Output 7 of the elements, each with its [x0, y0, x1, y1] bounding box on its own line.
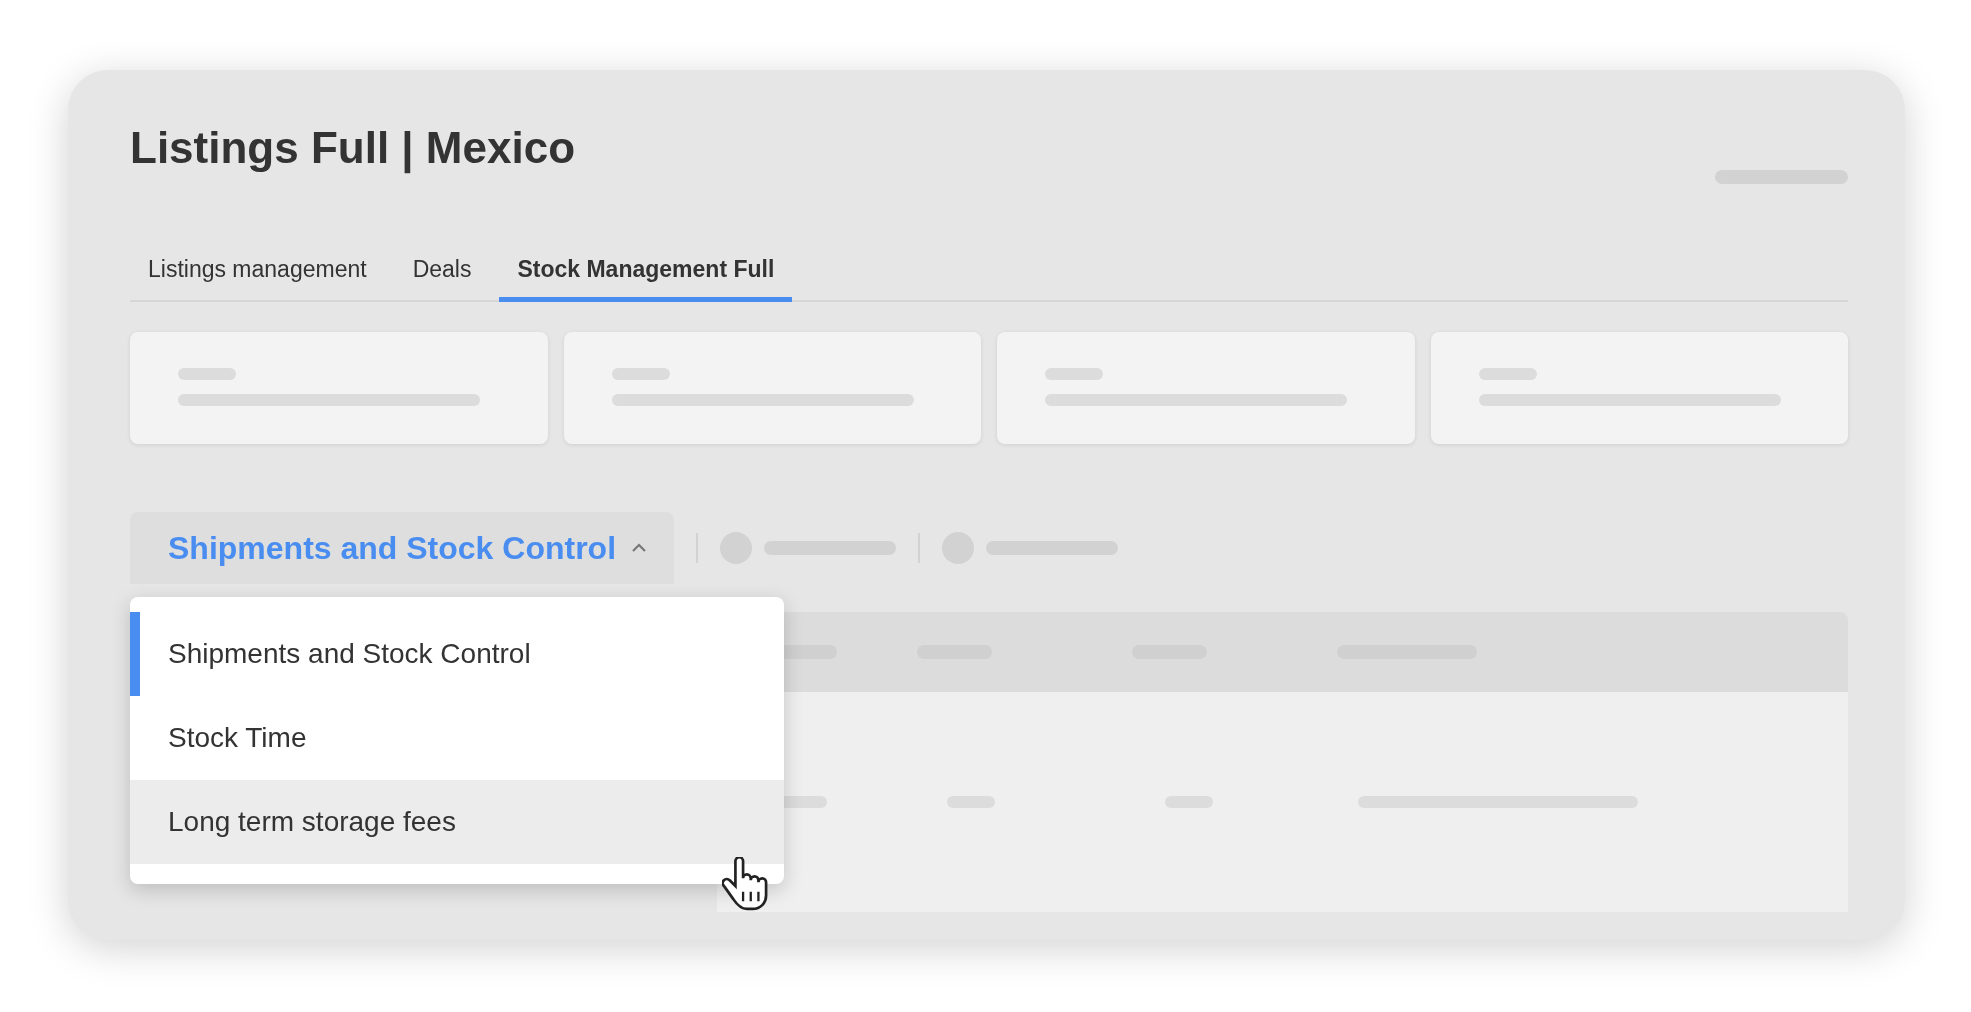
menu-item[interactable]: Shipments and Stock Control — [130, 612, 784, 696]
page-title: Listings Full | Mexico — [130, 122, 576, 175]
tab[interactable]: Deals — [394, 246, 490, 302]
menu-item[interactable]: Long term storage fees — [130, 780, 784, 864]
tab[interactable]: Stock Management Full — [499, 246, 793, 302]
tab[interactable]: Listings management — [130, 246, 385, 302]
menu-item[interactable]: Stock Time — [130, 696, 784, 780]
